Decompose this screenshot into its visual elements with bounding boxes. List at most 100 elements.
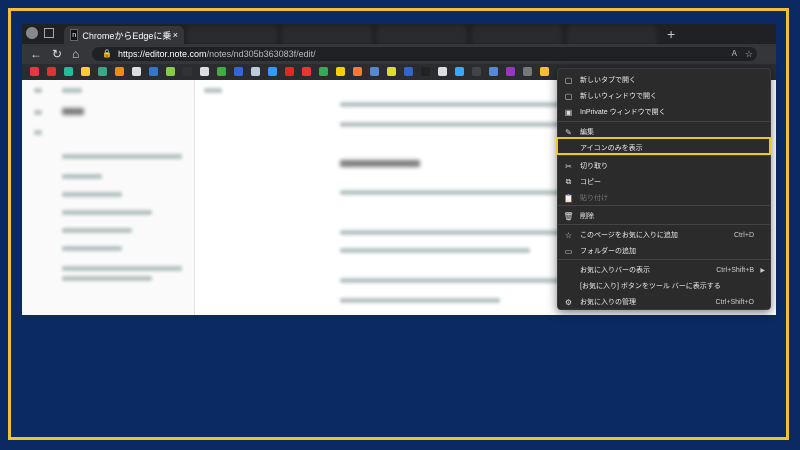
favorite-site-icon[interactable] — [472, 67, 481, 76]
favorite-site-icon[interactable] — [387, 67, 396, 76]
favorite-site-icon[interactable] — [421, 67, 430, 76]
favorite-site-icon[interactable] — [200, 67, 209, 76]
address-bar[interactable]: 🔒 https://editor.note.com/notes/nd305b36… — [92, 47, 757, 61]
menu-item-label: このページをお気に入りに追加 — [580, 232, 678, 239]
cut-scissors-icon: ✂ — [565, 161, 572, 171]
menu-separator — [558, 259, 770, 260]
favorite-site-icon[interactable] — [523, 67, 532, 76]
menu-item[interactable]: ▣ InPrivate ウィンドウで開く — [558, 104, 770, 120]
note-favicon-icon: n — [70, 29, 79, 41]
url-path: /notes/nd305b363083f/edit/ — [206, 49, 316, 59]
menu-item: 📋 貼り付け — [558, 190, 770, 206]
menu-item[interactable]: ▢ 新しいタブで開く — [558, 72, 770, 88]
favorite-site-icon[interactable] — [183, 67, 192, 76]
favorite-site-icon[interactable] — [47, 67, 56, 76]
home-icon[interactable]: ⌂ — [72, 47, 79, 61]
favorites-context-menu: ▢ 新しいタブで開く ▢ 新しいウィンドウで開く ▣ InPrivate ウィンドウで開く… — [557, 68, 771, 310]
tab-active[interactable]: n ChromeからEdgeに乗り換えたうえ × — [64, 26, 184, 44]
favorite-site-icon[interactable] — [540, 67, 549, 76]
menu-separator — [558, 121, 770, 122]
tab-blurred-4[interactable] — [472, 26, 562, 44]
submenu-arrow-icon: ▶ — [760, 267, 765, 274]
menu-item[interactable]: ▢ 新しいウィンドウで開く — [558, 88, 770, 104]
menu-item[interactable]: ▭ フォルダーの追加 — [558, 243, 770, 259]
favorite-site-icon[interactable] — [149, 67, 158, 76]
tab-close-icon[interactable]: × — [173, 30, 178, 40]
workspaces-icon[interactable] — [44, 28, 54, 38]
favorite-site-icon[interactable] — [64, 67, 73, 76]
favorite-site-icon[interactable] — [166, 67, 175, 76]
menu-item-label: [お気に入り] ボタンをツール バーに表示する — [580, 283, 721, 290]
favorite-site-icon[interactable] — [302, 67, 311, 76]
delete-trash-icon: 🗑 — [563, 211, 574, 221]
menu-item-label: 貼り付け — [580, 195, 608, 202]
new-tab-button[interactable]: + — [667, 26, 675, 42]
favorite-site-icon[interactable] — [438, 67, 447, 76]
favorite-site-icon[interactable] — [81, 67, 90, 76]
menu-item[interactable]: ☆ このページをお気に入りに追加 Ctrl+D — [558, 227, 770, 243]
lock-icon[interactable]: 🔒 — [102, 47, 112, 61]
tab-blurred-2[interactable] — [282, 26, 372, 44]
menu-item-label: お気に入りの管理 — [580, 299, 636, 306]
favorite-site-icon[interactable] — [285, 67, 294, 76]
favorite-site-icon[interactable] — [353, 67, 362, 76]
inprivate-icon: ▣ — [564, 107, 573, 117]
menu-item[interactable]: お気に入りバーの表示 Ctrl+Shift+B ▶ — [558, 262, 770, 278]
menu-separator — [558, 224, 770, 225]
copy-icon: ⧉ — [565, 177, 572, 186]
highlight-box — [556, 137, 771, 155]
favorite-site-icon[interactable] — [455, 67, 464, 76]
favorite-site-icon[interactable] — [132, 67, 141, 76]
menu-item-label: お気に入りバーの表示 — [580, 267, 650, 274]
menu-item[interactable]: ⚙ お気に入りの管理 Ctrl+Shift+O — [558, 294, 770, 310]
add-favorite-icon: ☆ — [564, 230, 573, 240]
menu-item[interactable]: ✂ 切り取り — [558, 158, 770, 174]
read-aloud-icon[interactable]: A — [732, 47, 737, 61]
menu-shortcut: Ctrl+Shift+O — [715, 298, 754, 306]
edit-pencil-icon: ✎ — [565, 127, 572, 137]
favorite-site-icon[interactable] — [98, 67, 107, 76]
tab-blurred-1[interactable] — [187, 26, 277, 44]
favorite-site-icon[interactable] — [506, 67, 515, 76]
menu-item-label: 削除 — [580, 213, 594, 220]
menu-item-label: InPrivate ウィンドウで開く — [580, 109, 666, 116]
add-folder-icon: ▭ — [564, 246, 573, 256]
tab-bar: n ChromeからEdgeに乗り換えたうえ × + — [22, 24, 776, 44]
reload-icon[interactable]: ↻ — [52, 47, 62, 61]
menu-item-label: 切り取り — [580, 163, 608, 170]
blurred-sidebar — [22, 80, 195, 315]
menu-item-label: 編集 — [580, 129, 594, 136]
menu-spacer — [564, 282, 573, 291]
favorite-site-icon[interactable] — [268, 67, 277, 76]
menu-item[interactable]: ⧉ コピー — [558, 174, 770, 190]
menu-shortcut: Ctrl+D — [733, 231, 754, 239]
menu-shortcut: Ctrl+Shift+B — [716, 266, 754, 274]
new-window-icon: ▢ — [564, 91, 573, 101]
favorite-site-icon[interactable] — [251, 67, 260, 76]
favorite-site-icon[interactable] — [217, 67, 226, 76]
favorite-site-icon[interactable] — [30, 67, 39, 76]
favorite-site-icon[interactable] — [404, 67, 413, 76]
menu-item-label: コピー — [580, 179, 601, 186]
tab-blurred-3[interactable] — [377, 26, 467, 44]
menu-item-label: フォルダーの追加 — [580, 248, 636, 255]
favorite-site-icon[interactable] — [489, 67, 498, 76]
favorite-site-icon[interactable] — [234, 67, 243, 76]
favorite-site-icon[interactable] — [115, 67, 124, 76]
favorite-star-icon[interactable]: ☆ — [745, 47, 753, 61]
menu-spacer — [564, 266, 573, 275]
favorite-site-icon[interactable] — [319, 67, 328, 76]
paste-icon: 📋 — [563, 193, 574, 203]
profile-avatar-icon[interactable] — [26, 27, 38, 39]
menu-item[interactable]: 🗑 削除 — [558, 208, 770, 224]
tab-blurred-5[interactable] — [567, 26, 657, 44]
back-arrow-icon[interactable]: ← — [30, 47, 42, 61]
favorite-site-icon[interactable] — [370, 67, 379, 76]
new-tab-icon: ▢ — [564, 75, 573, 85]
menu-item-label: 新しいウィンドウで開く — [580, 93, 657, 100]
menu-item[interactable]: [お気に入り] ボタンをツール バーに表示する — [558, 278, 770, 294]
address-bar-row: ← ↻ ⌂ 🔒 https://editor.note.com/notes/nd… — [22, 44, 776, 64]
favorite-site-icon[interactable] — [336, 67, 345, 76]
menu-item-label: 新しいタブで開く — [580, 77, 636, 84]
tab-title: ChromeからEdgeに乗り換えたうえ — [82, 30, 172, 41]
